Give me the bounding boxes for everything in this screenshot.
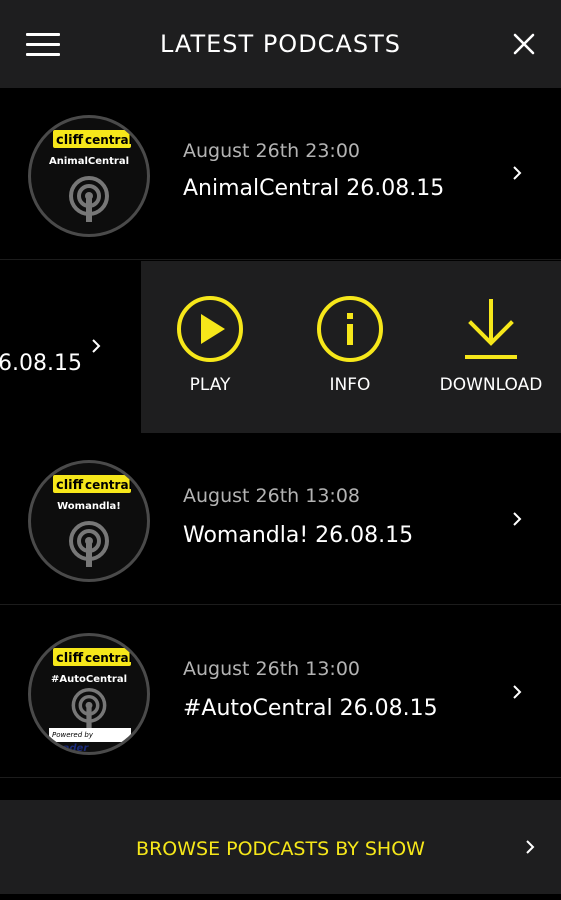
show-logo-animalcentral: cliff central AnimalCentral (28, 115, 150, 237)
podcast-title: AnimalCentral 26.08.15 (183, 176, 445, 201)
chevron-right-icon (513, 166, 522, 180)
podcast-title: #AutoCentral 26.08.15 (183, 696, 438, 721)
podcast-icon (71, 688, 107, 728)
podcast-row-autocentral[interactable]: cliff central #AutoCentral Powered by Tr… (0, 606, 561, 778)
sponsor-badge: Powered by Trader (49, 728, 131, 752)
svg-text:central: central (85, 651, 131, 665)
chevron-right-icon (92, 339, 101, 353)
podcast-row-womandla[interactable]: cliff central Womandla! August 26th 13:0… (0, 433, 561, 605)
play-button[interactable]: PLAY (150, 295, 270, 395)
browse-label: BROWSE PODCASTS BY SHOW (136, 838, 425, 860)
row-action-panel: PLAY INFO DOWNLOAD (141, 261, 561, 433)
cliffcentral-logo: cliff central (53, 648, 131, 666)
logo-show-label: AnimalCentral (48, 156, 129, 167)
svg-text:cliff: cliff (56, 651, 84, 666)
info-label: INFO (329, 375, 371, 395)
podcast-row-swiped[interactable]: 6.08.15 PLAY INFO DOWNLOAD (0, 261, 561, 433)
cliffcentral-logo: cliff central (53, 130, 131, 148)
logo-show-label: Womandla! (57, 501, 121, 512)
svg-text:cliff: cliff (56, 478, 84, 493)
info-icon (317, 296, 383, 362)
show-logo-womandla: cliff central Womandla! (28, 460, 150, 582)
download-button[interactable]: DOWNLOAD (431, 295, 551, 395)
podcast-row-animalcentral[interactable]: cliff central AnimalCentral August 26th … (0, 88, 561, 260)
app-header: LATEST PODCASTS (0, 0, 561, 88)
download-label: DOWNLOAD (439, 375, 543, 395)
play-icon (177, 296, 243, 362)
chevron-right-icon (526, 840, 535, 854)
podcast-icon (69, 176, 109, 222)
chevron-right-icon (513, 512, 522, 526)
svg-text:central: central (85, 478, 131, 492)
logo-show-label: #AutoCentral (50, 674, 127, 685)
page-title: LATEST PODCASTS (160, 30, 401, 58)
podcast-title: 6.08.15 (0, 351, 82, 376)
show-logo-autocentral: cliff central #AutoCentral Powered by Tr… (28, 633, 150, 755)
browse-by-show-button[interactable]: BROWSE PODCASTS BY SHOW (0, 800, 561, 894)
podcast-date: August 26th 13:00 (183, 658, 360, 680)
svg-text:cliff: cliff (56, 133, 84, 148)
swiped-row-content: 6.08.15 (0, 261, 141, 433)
svg-text:central: central (85, 133, 131, 147)
podcast-date: August 26th 13:08 (183, 485, 360, 507)
cliffcentral-logo: cliff central (53, 475, 131, 493)
podcast-title: Womandla! 26.08.15 (183, 523, 414, 548)
info-button[interactable]: INFO (290, 295, 410, 395)
podcast-date: August 26th 23:00 (183, 140, 360, 162)
chevron-right-icon (513, 685, 522, 699)
play-label: PLAY (189, 375, 231, 395)
download-icon (465, 299, 517, 359)
podcast-icon (69, 521, 109, 567)
close-icon[interactable] (513, 33, 535, 55)
